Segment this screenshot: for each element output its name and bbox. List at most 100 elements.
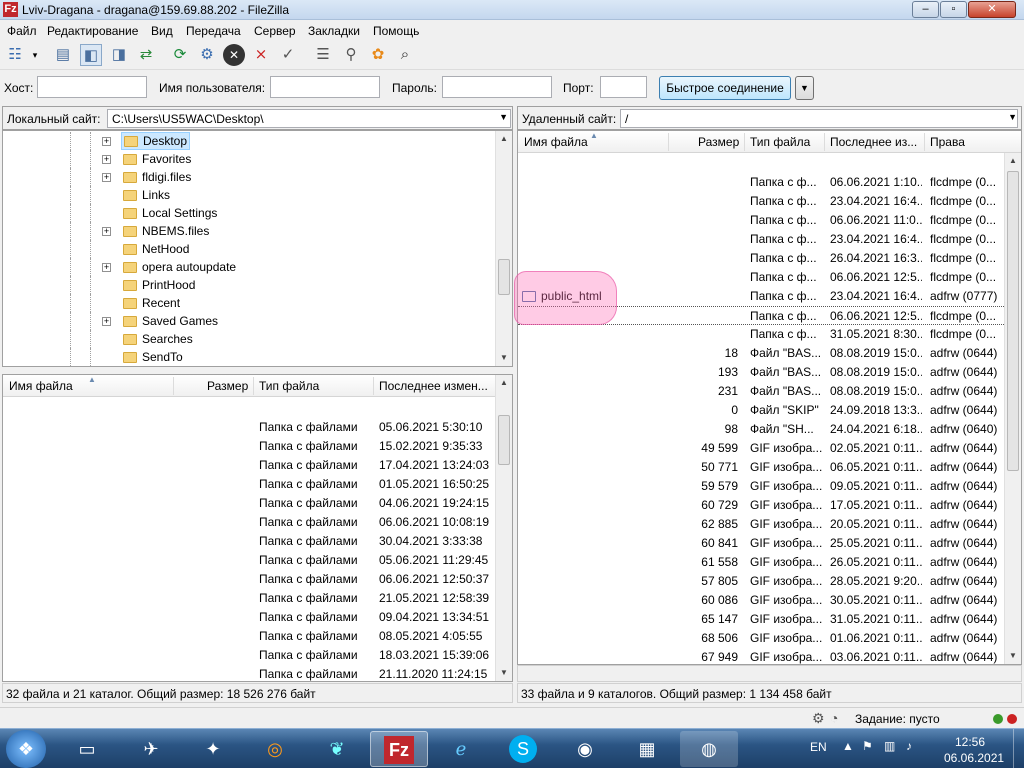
tree-item[interactable]: Recent bbox=[3, 294, 495, 312]
remote-list-scrollbar[interactable]: ▲ ▼ bbox=[1004, 153, 1021, 664]
remote-file-row[interactable]: imapПапка с ф...23.04.2021 16:4...flcdmp… bbox=[518, 230, 1004, 249]
scroll-up-icon[interactable]: ▲ bbox=[1005, 153, 1021, 169]
remote-file-row[interactable]: MaildirПапка с ф...26.04.2021 16:3...flc… bbox=[518, 249, 1004, 268]
local-file-row[interactable]: .. bbox=[3, 399, 495, 418]
remote-file-row[interactable]: GIF20210525.gif61 558GIF изобра...26.05.… bbox=[518, 553, 1004, 572]
close-button[interactable]: ✕ bbox=[968, 1, 1016, 18]
transfer-queue-icon[interactable]: ⇄ bbox=[135, 44, 157, 66]
filter-icon[interactable]: ☰ bbox=[312, 44, 334, 66]
remote-path-input[interactable]: / bbox=[620, 109, 1018, 128]
menu-view[interactable]: Вид bbox=[151, 24, 173, 38]
col-header-size[interactable]: Размер bbox=[207, 379, 248, 393]
site-manager-icon[interactable]: ☷ bbox=[4, 44, 26, 66]
quickconnect-dropdown-icon[interactable]: ▼ bbox=[795, 76, 814, 100]
clock-time[interactable]: 12:56 bbox=[955, 735, 985, 749]
skype-taskbar-icon[interactable]: S bbox=[494, 731, 552, 767]
local-file-row[interactable]: HamПапка с файлами04.06.2021 19:24:15 bbox=[3, 494, 495, 513]
butterfly-taskbar-icon[interactable]: ❦ bbox=[308, 731, 366, 767]
local-path-dropdown-icon[interactable]: ▼ bbox=[499, 112, 508, 122]
menu-edit[interactable]: Редактирование bbox=[47, 24, 138, 38]
port-input[interactable] bbox=[600, 76, 647, 98]
tray-network-icon[interactable]: ▥ bbox=[884, 739, 895, 753]
remote-hscrollbar[interactable] bbox=[517, 665, 1022, 682]
remote-file-row[interactable]: .cloud-locale-test.skip0Файл "SKIP"24.09… bbox=[518, 401, 1004, 420]
tree-item[interactable]: NetHood bbox=[3, 240, 495, 258]
col-header-type[interactable]: Тип файла bbox=[750, 135, 810, 149]
language-indicator[interactable]: EN bbox=[810, 740, 827, 754]
tray-expand-icon[interactable]: ▲ bbox=[842, 739, 854, 753]
scroll-down-icon[interactable]: ▼ bbox=[1005, 648, 1021, 664]
cancel-icon[interactable]: ✕ bbox=[223, 44, 245, 66]
tree-item[interactable]: Searches bbox=[3, 330, 495, 348]
col-header-type[interactable]: Тип файла bbox=[259, 379, 319, 393]
local-file-row[interactable]: IP-cameraПапка с файлами06.06.2021 10:08… bbox=[3, 513, 495, 532]
tree-item[interactable]: + Desktop bbox=[3, 132, 495, 150]
local-file-row[interactable]: MeteotemplateПапка с файлами21.05.2021 1… bbox=[3, 589, 495, 608]
user-input[interactable] bbox=[270, 76, 380, 98]
local-file-row[interactable]: QSL ComradПапка с файлами08.05.2021 4:05… bbox=[3, 627, 495, 646]
host-input[interactable] bbox=[37, 76, 147, 98]
local-file-row[interactable]: lang AskoldПапка с файлами05.06.2021 11:… bbox=[3, 551, 495, 570]
local-tree-toggle-icon[interactable]: ◧ bbox=[80, 44, 102, 66]
menu-server[interactable]: Сервер bbox=[254, 24, 296, 38]
local-list-scrollbar[interactable]: ▲ ▼ bbox=[495, 375, 512, 681]
remote-tree-toggle-icon[interactable]: ◨ bbox=[108, 44, 130, 66]
expand-icon[interactable]: + bbox=[102, 263, 111, 272]
remote-file-row[interactable]: GIF20210519.gif62 885GIF изобра...20.05.… bbox=[518, 515, 1004, 534]
local-file-row[interactable]: JachymПапка с файлами30.04.2021 3:33:38 bbox=[3, 532, 495, 551]
remote-file-row[interactable]: .phpПапка с ф...06.06.2021 1:10...flcdmp… bbox=[518, 173, 1004, 192]
filezilla-taskbar-icon[interactable]: Fz bbox=[370, 731, 428, 767]
gear-icon[interactable]: ⚙ bbox=[812, 710, 825, 727]
col-header-modified[interactable]: Последнее измен... bbox=[379, 379, 488, 393]
minimize-button[interactable]: – bbox=[912, 1, 939, 18]
tree-item[interactable]: + NBEMS.files bbox=[3, 222, 495, 240]
show-desktop-button[interactable] bbox=[1013, 729, 1024, 768]
maximize-button[interactable]: ▫ bbox=[940, 1, 967, 18]
app-taskbar-icon-1[interactable]: ✈ bbox=[122, 731, 180, 767]
local-tree-scrollbar[interactable]: ▲ ▼ bbox=[495, 131, 512, 366]
password-input[interactable] bbox=[442, 76, 552, 98]
remote-file-row[interactable]: GIF20210505.gif50 771GIF изобра...06.05.… bbox=[518, 458, 1004, 477]
local-file-row[interactable]: meteocamПапка с файлами06.06.2021 12:50:… bbox=[3, 570, 495, 589]
remote-file-row[interactable]: .. bbox=[518, 154, 1004, 173]
tree-item[interactable]: Links bbox=[3, 186, 495, 204]
explorer-taskbar-icon[interactable]: ▭ bbox=[58, 731, 116, 767]
scroll-up-icon[interactable]: ▲ bbox=[496, 375, 512, 391]
remote-file-row[interactable]: .bash_logout18Файл "BAS...08.08.2019 15:… bbox=[518, 344, 1004, 363]
remote-file-row[interactable]: GIF20210527.gif57 805GIF изобра...28.05.… bbox=[518, 572, 1004, 591]
remote-file-row[interactable]: GIF20210501.gif49 599GIF изобра...02.05.… bbox=[518, 439, 1004, 458]
app-taskbar-icon-3[interactable]: ◍ bbox=[680, 731, 738, 767]
tree-item[interactable]: + opera autoupdate bbox=[3, 258, 495, 276]
expand-icon[interactable]: + bbox=[102, 317, 111, 326]
tree-item[interactable]: Local Settings bbox=[3, 204, 495, 222]
local-file-row[interactable]: BlueIrisПапка с файлами05.06.2021 5:30:1… bbox=[3, 418, 495, 437]
sync-browse-icon[interactable]: ✿ bbox=[367, 44, 389, 66]
ie-taskbar-icon[interactable]: ℯ bbox=[432, 731, 490, 767]
app-taskbar-icon-2[interactable]: ▦ bbox=[618, 731, 676, 767]
tree-item[interactable]: PrintHood bbox=[3, 276, 495, 294]
find-files-icon[interactable]: ⌕ bbox=[394, 44, 416, 66]
scrollbar-thumb[interactable] bbox=[1007, 171, 1019, 471]
disconnect-icon[interactable]: ⨯ bbox=[250, 44, 272, 66]
site-manager-dropdown-icon[interactable]: ▾ bbox=[28, 44, 42, 66]
tree-item[interactable]: + Saved Games bbox=[3, 312, 495, 330]
scrollbar-thumb[interactable] bbox=[498, 259, 510, 295]
refresh-icon[interactable]: ⟳ bbox=[169, 44, 191, 66]
remote-file-row[interactable]: GIF20210524.gif60 841GIF изобра...25.05.… bbox=[518, 534, 1004, 553]
menu-file[interactable]: Файл bbox=[7, 24, 37, 38]
menu-help[interactable]: Помощь bbox=[373, 24, 419, 38]
remote-file-row[interactable]: GIF20210508.gif59 579GIF изобра...09.05.… bbox=[518, 477, 1004, 496]
col-header-modified[interactable]: Последнее из... bbox=[830, 135, 917, 149]
chrome-taskbar-icon[interactable]: ◉ bbox=[556, 731, 614, 767]
remote-file-row[interactable]: GIF20210516.gif60 729GIF изобра...17.05.… bbox=[518, 496, 1004, 515]
tree-item[interactable]: + fldigi.files bbox=[3, 168, 495, 186]
tree-item[interactable]: + Favorites bbox=[3, 150, 495, 168]
compass-taskbar-icon[interactable]: ✦ bbox=[184, 731, 242, 767]
remote-file-row[interactable]: .bash_profile193Файл "BAS...08.08.2019 1… bbox=[518, 363, 1004, 382]
local-file-row[interactable]: EcholinkПапка с файлами17.04.2021 13:24:… bbox=[3, 456, 495, 475]
local-file-row[interactable]: QSL FT4Папка с файлами21.11.2020 11:24:1… bbox=[3, 665, 495, 681]
quickconnect-button[interactable]: Быстрое соединение bbox=[659, 76, 791, 100]
menu-transfer[interactable]: Передача bbox=[186, 24, 241, 38]
tree-item[interactable]: SendTo bbox=[3, 348, 495, 366]
col-header-permissions[interactable]: Права bbox=[930, 135, 965, 149]
